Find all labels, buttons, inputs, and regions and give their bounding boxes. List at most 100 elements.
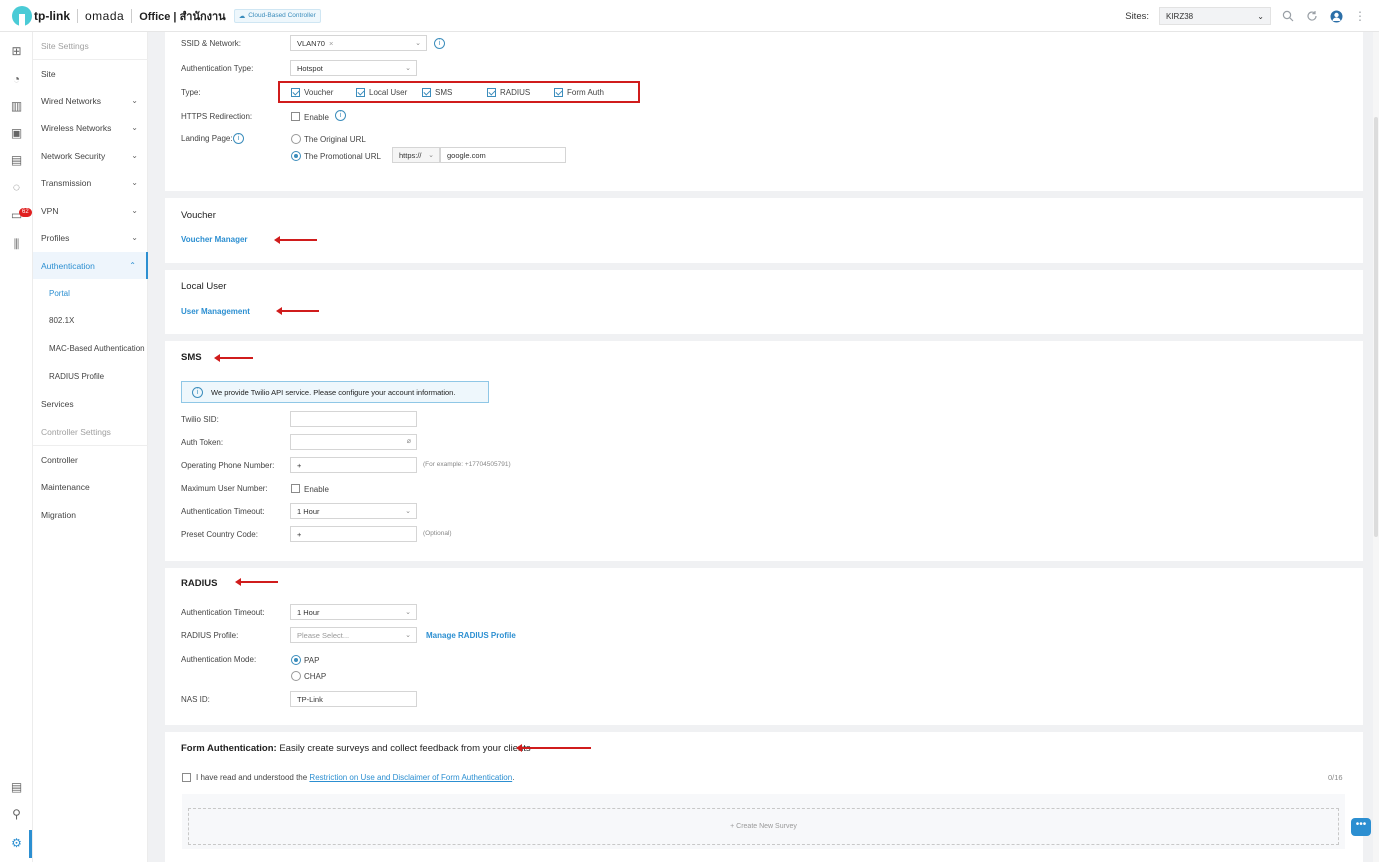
landing-promotional-radio[interactable] xyxy=(291,151,301,161)
info-icon[interactable]: i xyxy=(434,38,445,49)
url-protocol-select[interactable]: https:// ⌄ xyxy=(392,147,440,163)
settings-gear-icon[interactable]: ⚙ xyxy=(9,836,24,851)
nav-item-network-security[interactable]: Network Security ⌄ xyxy=(33,142,148,169)
dashboard-icon[interactable]: ⊞ xyxy=(9,44,24,59)
promotional-url-input[interactable]: google.com xyxy=(440,147,566,163)
clipboard-icon[interactable]: ▤ xyxy=(9,780,24,795)
radius-timeout-select[interactable]: 1 Hour ⌄ xyxy=(290,604,417,620)
tp-link-logo[interactable]: tp-link xyxy=(12,5,70,26)
voucher-manager-link[interactable]: Voucher Manager xyxy=(181,235,248,244)
refresh-icon[interactable] xyxy=(1305,9,1319,23)
map-icon[interactable]: ▥ xyxy=(9,99,24,114)
auth-token-input[interactable]: ⌀ xyxy=(290,434,417,450)
annotation-arrow xyxy=(274,236,317,244)
type-form-auth-checkbox[interactable] xyxy=(554,88,563,97)
devices-icon[interactable]: ▣ xyxy=(9,126,24,141)
max-user-checkbox[interactable] xyxy=(291,484,300,493)
disclaimer-checkbox[interactable] xyxy=(182,773,191,782)
nav-label: Controller xyxy=(41,454,78,465)
nav-item-wireless-networks[interactable]: Wireless Networks ⌄ xyxy=(33,114,148,141)
nav-item-wired-networks[interactable]: Wired Networks ⌄ xyxy=(33,87,148,114)
insight-icon[interactable]: ◌ xyxy=(9,180,24,195)
note-text: We provide Twilio API service. Please co… xyxy=(211,387,456,397)
mode-chap-radio[interactable] xyxy=(291,671,301,681)
chevron-down-icon: ⌄ xyxy=(131,123,138,132)
nav-item-mac-based-authentication[interactable]: MAC-Based Authentication xyxy=(33,335,148,362)
sms-timeout-value: 1 Hour xyxy=(297,506,320,516)
type-voucher-checkbox[interactable] xyxy=(291,88,300,97)
nav-item-services[interactable]: Services xyxy=(33,390,148,417)
country-code-input[interactable]: + xyxy=(290,526,417,542)
nav-item-site[interactable]: Site xyxy=(33,60,148,87)
user-management-link[interactable]: User Management xyxy=(181,307,250,316)
nav-item-transmission[interactable]: Transmission ⌄ xyxy=(33,169,148,196)
chevron-down-icon: ⌄ xyxy=(415,40,421,47)
nav-item-maintenance[interactable]: Maintenance xyxy=(33,473,148,500)
nas-id-input[interactable]: TP-Link xyxy=(290,691,417,707)
sms-timeout-select[interactable]: 1 Hour ⌄ xyxy=(290,503,417,519)
chevron-down-icon: ⌄ xyxy=(405,632,411,639)
ssid-network-select[interactable]: VLAN70 × ⌄ xyxy=(290,35,427,51)
radius-timeout-label: Authentication Timeout: xyxy=(181,608,265,617)
nav-item-radius-profile[interactable]: RADIUS Profile xyxy=(33,363,148,390)
radius-card: RADIUS Authentication Timeout: 1 Hour ⌄ … xyxy=(165,568,1363,725)
cloud-controller-badge: ☁ Cloud-Based Controller xyxy=(233,8,321,23)
site-selector[interactable]: KIRZ38 ⌄ xyxy=(1159,7,1271,25)
nav-item-802-1x[interactable]: 802.1X xyxy=(33,307,148,334)
tag-remove-icon[interactable]: × xyxy=(329,39,333,48)
phone-number-input[interactable]: + xyxy=(290,457,417,473)
disclaimer-link[interactable]: Restriction on Use and Disclaimer of For… xyxy=(309,773,512,782)
nav-item-migration[interactable]: Migration xyxy=(33,501,148,528)
nav-item-controller[interactable]: Controller xyxy=(33,446,148,473)
divider xyxy=(77,8,78,23)
landing-original-label: The Original URL xyxy=(304,135,366,144)
sites-label: Sites: xyxy=(1125,10,1149,22)
auth-type-select[interactable]: Hotspot ⌄ xyxy=(290,60,417,76)
alert-count-badge: 62 xyxy=(19,208,32,217)
form-auth-title: Form Authentication: Easily create surve… xyxy=(181,743,531,754)
statistics-icon[interactable]: ◔ xyxy=(9,72,24,87)
sms-timeout-label: Authentication Timeout: xyxy=(181,507,265,516)
scrollbar-thumb[interactable] xyxy=(1374,117,1378,537)
nav-item-authentication[interactable]: Authentication ⌃ xyxy=(33,252,148,279)
radius-profile-placeholder: Please Select... xyxy=(297,630,350,640)
chevron-down-icon: ⌄ xyxy=(405,609,411,616)
scrollbar[interactable] xyxy=(1373,32,1379,862)
auth-mode-label: Authentication Mode: xyxy=(181,655,257,664)
avatar[interactable] xyxy=(1329,9,1343,23)
main-content: SSID & Network: VLAN70 × ⌄ i Authenticat… xyxy=(156,32,1379,862)
type-local-user-checkbox[interactable] xyxy=(356,88,365,97)
more-options-icon[interactable]: ⋮ xyxy=(1353,9,1367,23)
form-auth-subtitle: Easily create surveys and collect feedba… xyxy=(279,743,531,754)
nav-item-portal[interactable]: Portal xyxy=(33,280,148,307)
annotation-arrow xyxy=(516,744,591,752)
local-user-card: Local User User Management xyxy=(165,270,1363,334)
create-survey-button[interactable]: + Create New Survey xyxy=(188,808,1339,845)
info-icon[interactable]: i xyxy=(233,133,244,144)
cloud-icon: ☁ xyxy=(238,12,246,20)
clients-icon[interactable]: ▤ xyxy=(9,153,24,168)
nav-item-vpn[interactable]: VPN ⌄ xyxy=(33,197,148,224)
twilio-sid-input[interactable] xyxy=(290,411,417,427)
nav-item-profiles[interactable]: Profiles ⌄ xyxy=(33,224,148,251)
mode-pap-radio[interactable] xyxy=(291,655,301,665)
phone-hint: (For example: +17704505791) xyxy=(423,461,511,468)
chevron-down-icon: ⌄ xyxy=(405,65,411,72)
survey-area: + Create New Survey xyxy=(182,794,1345,849)
nav-label: VPN xyxy=(41,205,59,216)
info-icon[interactable]: i xyxy=(335,110,346,121)
nav-label: MAC-Based Authentication xyxy=(49,344,145,353)
manage-radius-profile-link[interactable]: Manage RADIUS Profile xyxy=(426,631,516,640)
account-icon[interactable]: ⚲ xyxy=(9,807,24,822)
search-icon[interactable] xyxy=(1281,9,1295,23)
type-sms-checkbox[interactable] xyxy=(422,88,431,97)
phone-number-label: Operating Phone Number: xyxy=(181,461,275,470)
radius-profile-select[interactable]: Please Select... ⌄ xyxy=(290,627,417,643)
reports-icon[interactable]: ⫼ xyxy=(9,237,24,252)
chat-support-icon[interactable]: ••• xyxy=(1351,818,1371,836)
https-redirection-checkbox[interactable] xyxy=(291,112,300,121)
type-radius-checkbox[interactable] xyxy=(487,88,496,97)
nav-label: Network Security xyxy=(41,150,106,161)
landing-original-radio[interactable] xyxy=(291,134,301,144)
eye-hidden-icon[interactable]: ⌀ xyxy=(407,437,411,445)
